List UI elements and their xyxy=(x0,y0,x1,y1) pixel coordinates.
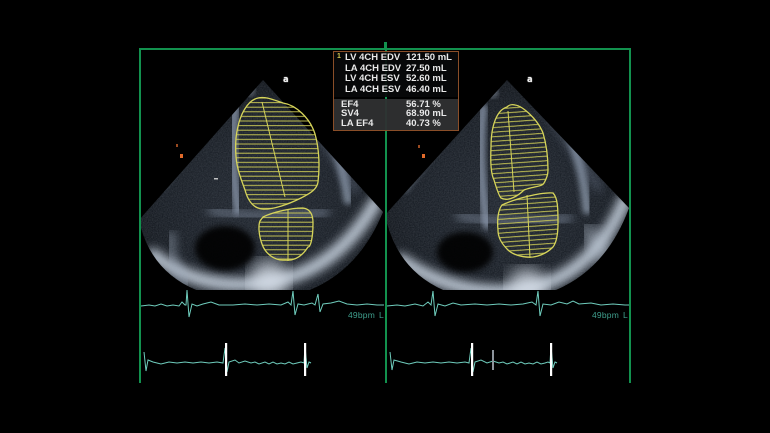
orientation-marker-icon: a xyxy=(527,75,532,85)
measurement-row: LV 4CH EDV 121.50 mL xyxy=(334,53,458,64)
volume-measurements-section: 1 LV 4CH EDV 121.50 mL LA 4CH EDV 27.50 … xyxy=(334,52,458,97)
caliper-mark xyxy=(418,145,425,158)
measurement-value: 40.73 % xyxy=(406,119,441,128)
heart-rate-label: 49bpm xyxy=(348,310,375,320)
lv-trace[interactable] xyxy=(236,97,319,209)
measurement-label: LA EF4 xyxy=(334,119,406,128)
heart-rate-label: 49bpm xyxy=(592,310,619,320)
measurement-value: 52.60 mL xyxy=(406,74,447,85)
measurement-label: LV 4CH EDV xyxy=(334,53,406,64)
measurement-label: LV 4CH ESV xyxy=(334,74,406,85)
measurement-row: LV 4CH ESV 52.60 mL xyxy=(334,74,458,85)
frame-marker[interactable] xyxy=(304,343,306,376)
frame-marker[interactable] xyxy=(550,343,552,376)
ecg-trace-left xyxy=(141,286,385,330)
measurement-value: 46.40 mL xyxy=(406,85,447,96)
echo-workstation-screen: a 49bpm L xyxy=(0,0,770,433)
edge-label: L xyxy=(623,310,628,320)
orientation-marker-icon: a xyxy=(283,75,288,85)
measurement-value: 121.50 mL xyxy=(406,53,452,64)
derived-results-section: EF4 56.71 % SV4 68.90 mL LA EF4 40.73 % xyxy=(334,99,458,130)
sweep-trace-right xyxy=(387,338,629,381)
measurement-row: LA 4CH ESV 46.40 mL xyxy=(334,85,458,96)
frame-marker[interactable] xyxy=(471,343,473,376)
frame-marker[interactable] xyxy=(225,343,227,376)
measurement-row: LA EF4 40.73 % xyxy=(334,119,458,128)
sweep-trace-left xyxy=(141,338,385,381)
ecg-trace-right xyxy=(387,286,629,330)
measurement-label: LA 4CH ESV xyxy=(334,85,406,96)
la-trace[interactable] xyxy=(498,193,558,258)
frame-marker-secondary[interactable] xyxy=(492,350,494,370)
measurement-results-panel: 1 LV 4CH EDV 121.50 mL LA 4CH EDV 27.50 … xyxy=(333,51,459,131)
measurement-index-marker: 1 xyxy=(337,53,341,60)
edge-label: L xyxy=(379,310,384,320)
